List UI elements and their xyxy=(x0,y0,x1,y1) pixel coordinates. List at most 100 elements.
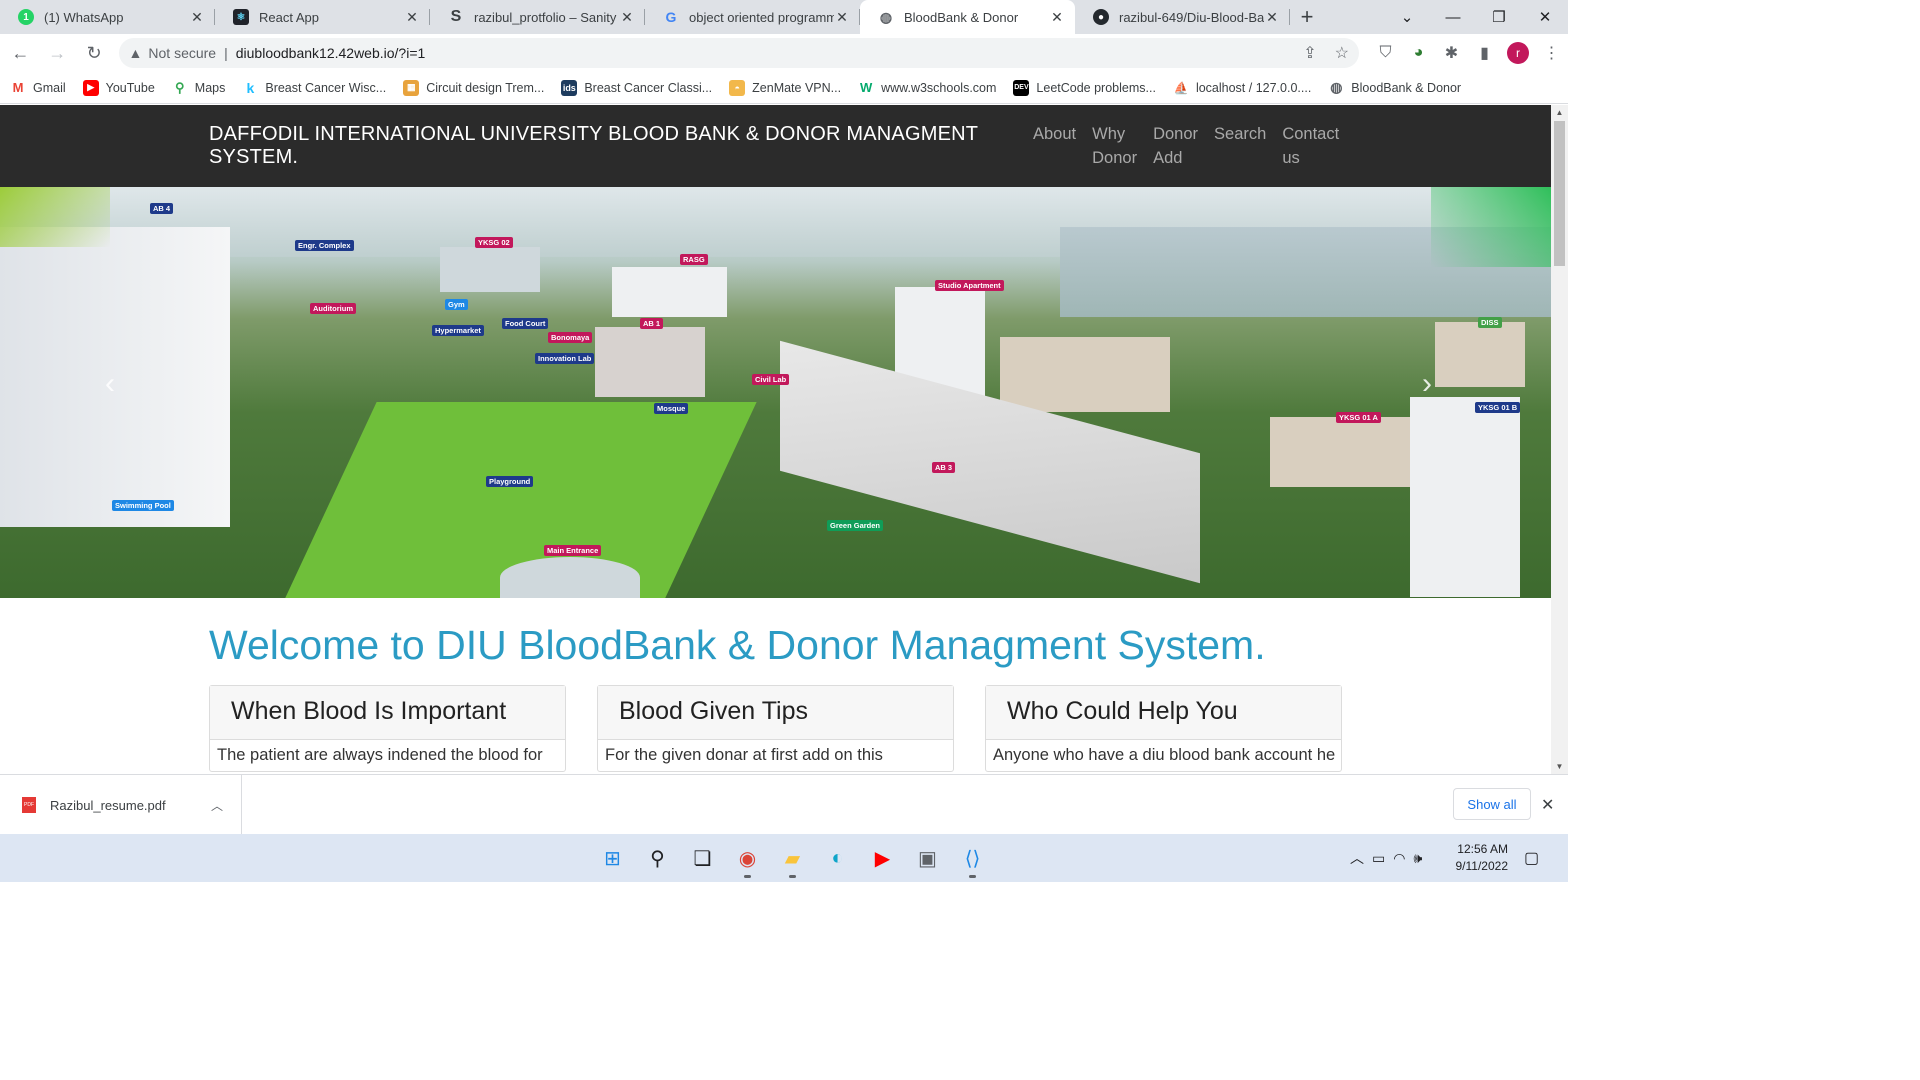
card-body: The patient are always indened the blood… xyxy=(217,746,543,764)
vscode-icon[interactable]: ⟨⟩ xyxy=(950,840,995,878)
site-brand[interactable]: DAFFODIL INTERNATIONAL UNIVERSITY BLOOD … xyxy=(209,123,1029,169)
minimize-icon[interactable]: — xyxy=(1430,0,1476,34)
bookmark-localhost[interactable]: ⛵ localhost / 127.0.0.... xyxy=(1173,80,1311,96)
back-icon[interactable]: ← xyxy=(4,37,37,70)
map-label: Civil Lab xyxy=(752,374,790,385)
system-clock[interactable]: 12:56 AM 9/11/2022 xyxy=(1450,841,1509,875)
close-icon[interactable]: ✕ xyxy=(404,9,420,26)
maximize-icon[interactable]: ❐ xyxy=(1476,0,1522,34)
tab-bloodbank[interactable]: ◍ BloodBank & Donor ✕ xyxy=(860,0,1075,34)
search-icon[interactable]: ⚲ xyxy=(635,840,680,876)
address-bar[interactable]: ▲ Not secure | diubloodbank12.42web.io/?… xyxy=(118,38,1359,68)
nav-search[interactable]: Search xyxy=(1214,122,1266,147)
new-tab-button[interactable]: + xyxy=(1290,0,1324,34)
tab-sanity[interactable]: S razibul_protfolio – Sanity ✕ xyxy=(430,0,645,34)
map-label: RASG xyxy=(680,254,708,265)
tab-title: React App xyxy=(259,9,319,25)
close-icon[interactable]: ✕ xyxy=(1541,795,1554,815)
tab-whatsapp[interactable]: 1 (1) WhatsApp ✕ xyxy=(0,0,215,34)
map-label: Hypermarket xyxy=(432,325,484,336)
scroll-up-icon[interactable]: ▲ xyxy=(1551,108,1568,117)
url-text[interactable]: diubloodbank12.42web.io/?i=1 xyxy=(236,45,426,61)
forward-icon[interactable]: → xyxy=(41,37,74,70)
tab-strip: 1 (1) WhatsApp ✕ ⚛ React App ✕ S razibul… xyxy=(0,0,1568,34)
nav-why-donor[interactable]: Why Donor xyxy=(1092,122,1137,171)
w3schools-icon: W xyxy=(859,80,873,95)
warning-icon[interactable]: ▲ xyxy=(129,45,143,61)
card-title: Who Could Help You xyxy=(986,686,1341,740)
side-panel-icon[interactable]: ▮ xyxy=(1468,43,1501,63)
clock-date: 9/11/2022 xyxy=(1455,859,1509,873)
bookmark-leetcode[interactable]: DEV LeetCode problems... xyxy=(1013,79,1156,96)
bookmark-w3schools[interactable]: Wwww.w3schools.com xyxy=(858,80,996,96)
battery-icon[interactable]: ▭ xyxy=(1372,850,1385,867)
chevron-up-icon[interactable]: ︿ xyxy=(211,797,223,814)
wifi-icon[interactable]: ◠ xyxy=(1393,850,1405,867)
map-label: YKSG 01 B xyxy=(1475,402,1521,413)
chevron-up-icon[interactable]: ︿ xyxy=(1350,848,1364,868)
info-card: When Blood Is Important The patient are … xyxy=(209,685,566,772)
tab-google-search[interactable]: G object oriented programmi ✕ xyxy=(645,0,860,34)
bookmark-bloodbank[interactable]: ◍ BloodBank & Donor xyxy=(1328,79,1461,96)
extensions-puzzle-icon[interactable]: ✱ xyxy=(1435,43,1468,63)
nav-about[interactable]: About xyxy=(1033,122,1076,147)
windows-start-icon[interactable]: ⊞ xyxy=(590,840,635,876)
close-icon[interactable]: ✕ xyxy=(1049,9,1065,26)
profile-avatar[interactable]: r xyxy=(1506,42,1529,64)
close-icon[interactable]: ✕ xyxy=(1264,9,1280,26)
share-icon[interactable]: ⇪ xyxy=(1303,43,1316,63)
page-viewport: DAFFODIL INTERNATIONAL UNIVERSITY BLOOD … xyxy=(0,105,1551,774)
close-icon[interactable]: ✕ xyxy=(619,9,635,26)
youtube-icon[interactable]: ▶ xyxy=(860,840,905,876)
info-cards: When Blood Is Important The patient are … xyxy=(209,685,1551,772)
tab-react-app[interactable]: ⚛ React App ✕ xyxy=(215,0,430,34)
bookmark-kaggle[interactable]: k Breast Cancer Wisc... xyxy=(242,80,386,96)
task-view-icon[interactable]: ❏ xyxy=(680,840,725,876)
shield-extension-icon[interactable]: ⛉ xyxy=(1369,44,1402,62)
volume-icon[interactable]: 🕪 xyxy=(1413,850,1422,867)
carousel-next-icon[interactable]: › xyxy=(1422,367,1432,401)
gmail-icon: M xyxy=(12,80,24,95)
card-title: Blood Given Tips xyxy=(598,686,953,740)
system-tray: ︿ ▭ ◠ 🕪 xyxy=(1350,834,1430,882)
edge-icon[interactable]: ◐ xyxy=(815,840,860,876)
map-label: Innovation Lab xyxy=(535,353,595,364)
tab-title: razibul_protfolio – Sanity xyxy=(474,9,617,25)
kaggle-icon: k xyxy=(246,79,255,96)
tab-search-icon[interactable]: ⌄ xyxy=(1384,0,1430,34)
map-label: Playground xyxy=(486,476,534,487)
close-window-icon[interactable]: ✕ xyxy=(1522,0,1568,34)
app-m-icon[interactable]: ▣ xyxy=(905,840,950,876)
download-bar: PDF Razibul_resume.pdf ︿ Show all ✕ xyxy=(0,774,1568,835)
map-label: YKSG 01 A xyxy=(1336,412,1381,423)
scrollbar-thumb[interactable] xyxy=(1554,121,1565,266)
bookmark-gmail[interactable]: M Gmail xyxy=(10,80,66,96)
nav-donor-add[interactable]: Donor Add xyxy=(1153,122,1198,171)
notifications-icon[interactable]: ▢ xyxy=(1524,848,1539,868)
vpn-extension-icon[interactable]: ◕ xyxy=(1402,44,1435,62)
globe-icon: ◍ xyxy=(879,8,893,25)
bookmark-dataset[interactable]: ids Breast Cancer Classi... xyxy=(561,79,712,96)
bookmark-youtube[interactable]: ▶ YouTube xyxy=(82,79,155,96)
close-icon[interactable]: ✕ xyxy=(189,9,205,26)
bookmark-zenmate[interactable]: ◓ ZenMate VPN... xyxy=(729,79,841,96)
zenmate-icon: ◓ xyxy=(729,79,746,96)
bookmark-maps[interactable]: ⚲ Maps xyxy=(172,80,225,96)
reload-icon[interactable]: ↻ xyxy=(78,37,111,70)
youtube-icon: ▶ xyxy=(82,79,99,96)
welcome-heading: Welcome to DIU BloodBank & Donor Managme… xyxy=(209,622,1266,668)
show-all-button[interactable]: Show all xyxy=(1453,788,1531,820)
tab-github[interactable]: ● razibul-649/Diu-Blood-Ban ✕ xyxy=(1075,0,1290,34)
bookmark-star-icon[interactable]: ☆ xyxy=(1335,43,1349,63)
menu-kebab-icon[interactable]: ⋮ xyxy=(1535,43,1568,63)
close-icon[interactable]: ✕ xyxy=(834,9,850,26)
download-item[interactable]: PDF Razibul_resume.pdf ︿ xyxy=(0,775,242,835)
file-explorer-icon[interactable]: ▰ xyxy=(770,840,815,878)
scroll-down-icon[interactable]: ▼ xyxy=(1551,762,1568,771)
carousel-prev-icon[interactable]: ‹ xyxy=(105,367,115,401)
chrome-icon[interactable]: ◉ xyxy=(725,840,770,878)
page-scrollbar[interactable]: ▲ ▼ xyxy=(1551,105,1568,774)
security-label: Not secure xyxy=(148,45,217,61)
nav-contact-us[interactable]: Contact us xyxy=(1282,122,1339,171)
bookmark-tinkercad[interactable]: ▦ Circuit design Trem... xyxy=(403,79,544,96)
